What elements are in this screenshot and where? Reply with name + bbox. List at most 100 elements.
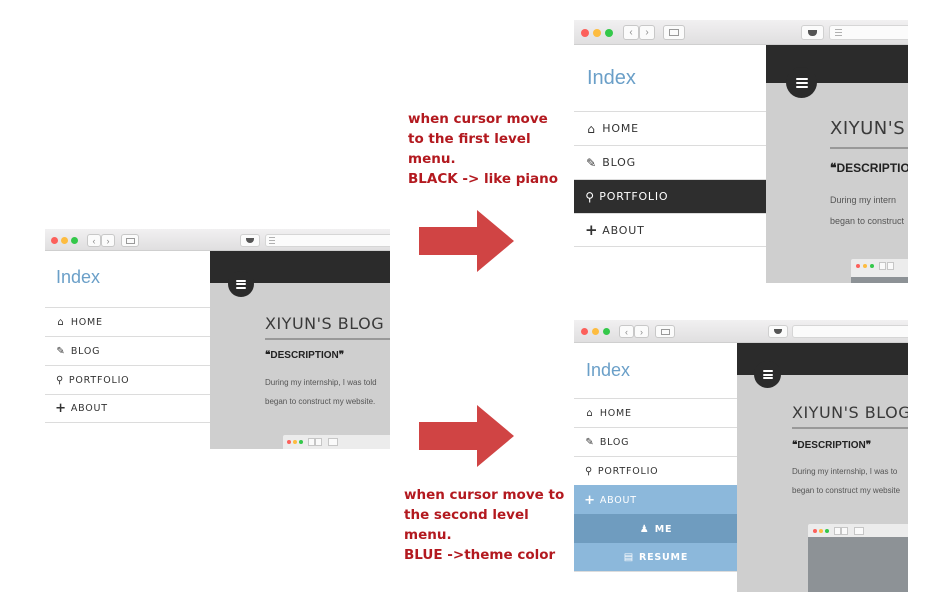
pocket-button[interactable] (768, 325, 788, 338)
menu-item-label: PORTFOLIO (599, 190, 669, 203)
pocket-button[interactable] (801, 25, 824, 40)
menu-item-label: ABOUT (599, 494, 637, 506)
hamburger-icon[interactable] (754, 361, 781, 388)
minimize-window-button[interactable] (593, 29, 601, 37)
preview-screenshot (807, 523, 908, 592)
submenu-item-label: ME (654, 523, 673, 535)
menu-item-portfolio[interactable]: ⚲ PORTFOLIO (574, 456, 737, 485)
menu-item-about[interactable]: + ABOUT (574, 213, 766, 247)
lightbulb-icon: ⚲ (584, 465, 594, 477)
home-icon: ⌂ (586, 407, 594, 419)
reader-icon (269, 237, 275, 246)
forward-button[interactable]: › (101, 234, 115, 247)
browser-toolbar: ‹ › (45, 229, 390, 251)
screenshot-second-level-hover: ‹ › Index ⌂ HOME ✎ BLOG ⚲ PORTFOLIO + AB… (574, 320, 908, 592)
sidebar-toggle-button[interactable] (121, 234, 139, 247)
quote-icon: ❞ (865, 440, 872, 451)
brand-title[interactable]: Index (56, 267, 100, 288)
screenshot-first-level-hover: ‹ › Index ⌂ HOME ✎ BLOG ⚲ PORTFOLIO + AB… (574, 20, 908, 283)
menu-item-label: BLOG (602, 156, 636, 169)
sidebar: Index ⌂ HOME ✎ BLOG ⚲ PORTFOLIO + ABOUT (45, 251, 210, 449)
sidebar-toggle-button[interactable] (655, 325, 675, 338)
menu-item-blog[interactable]: ✎ BLOG (574, 427, 737, 456)
pencil-icon: ✎ (56, 345, 66, 357)
pocket-button[interactable] (240, 234, 260, 247)
back-button[interactable]: ‹ (87, 234, 101, 247)
minimize-window-button[interactable] (592, 328, 599, 335)
paragraph-line: During my internship, I was to (792, 467, 898, 476)
close-window-button[interactable] (581, 29, 589, 37)
menu: ⌂ HOME ✎ BLOG ⚲ PORTFOLIO + ABOUT ♟ ME ▤ (574, 398, 737, 572)
paragraph-line: began to construct my website. (265, 397, 376, 406)
preview-screenshot (850, 258, 908, 283)
main-content: XIYUN'S ❝DESCRIPTIO During my intern beg… (766, 45, 908, 283)
address-bar[interactable] (265, 234, 390, 247)
maximize-window-button[interactable] (71, 237, 78, 244)
sidebar-toggle-button[interactable] (663, 25, 685, 40)
paragraph-line: began to construct (830, 216, 905, 226)
pencil-icon: ✎ (585, 436, 595, 448)
menu-item-portfolio[interactable]: ⚲ PORTFOLIO (574, 179, 766, 213)
back-button[interactable]: ‹ (619, 325, 634, 338)
menu-item-label: HOME (70, 316, 103, 328)
pencil-icon: ✎ (586, 155, 597, 170)
minimize-window-button[interactable] (61, 237, 68, 244)
close-window-button[interactable] (581, 328, 588, 335)
menu-item-home[interactable]: ⌂ HOME (574, 111, 766, 145)
lightbulb-icon: ⚲ (585, 189, 595, 204)
hamburger-icon[interactable] (786, 67, 817, 98)
back-button[interactable]: ‹ (623, 25, 639, 40)
browser-toolbar: ‹ › (574, 20, 908, 45)
lightbulb-icon: ⚲ (55, 374, 65, 386)
address-bar[interactable] (792, 325, 908, 338)
submenu-item-label: RESUME (639, 552, 689, 563)
menu-item-blog[interactable]: ✎ BLOG (574, 145, 766, 179)
menu-item-about[interactable]: + ABOUT (574, 485, 737, 514)
description-heading: ❝DESCRIPTIO (830, 161, 908, 175)
brand-title[interactable]: Index (587, 67, 636, 90)
maximize-window-button[interactable] (605, 29, 613, 37)
submenu-item-resume[interactable]: ▤ RESUME (574, 543, 737, 572)
preview-screenshot (282, 434, 390, 449)
menu-item-label: PORTFOLIO (68, 374, 130, 386)
blog-title: XIYUN'S BLOG (265, 314, 385, 333)
blog-title: XIYUN'S BLOG (792, 403, 908, 422)
title-divider (265, 338, 390, 340)
menu-item-about[interactable]: + ABOUT (45, 394, 210, 423)
file-icon: ▤ (623, 552, 635, 563)
menu-item-label: ABOUT (70, 403, 108, 414)
menu-item-label: HOME (599, 407, 632, 419)
forward-button[interactable]: › (639, 25, 655, 40)
quote-icon: ❞ (338, 350, 345, 361)
preview-image (808, 537, 908, 592)
menu-item-label: BLOG (70, 345, 101, 357)
main-content: XIYUN'S BLOG ❝DESCRIPTION❞ During my int… (210, 251, 390, 449)
plus-icon: + (55, 401, 67, 416)
menu-item-blog[interactable]: ✎ BLOG (45, 336, 210, 365)
menu-item-home[interactable]: ⌂ HOME (574, 398, 737, 427)
description-heading: ❝DESCRIPTION❞ (792, 440, 872, 451)
home-icon: ⌂ (57, 316, 65, 328)
browser-toolbar: ‹ › (574, 320, 908, 343)
menu-item-home[interactable]: ⌂ HOME (45, 307, 210, 336)
menu: ⌂ HOME ✎ BLOG ⚲ PORTFOLIO + ABOUT (45, 307, 210, 423)
hamburger-icon[interactable] (228, 271, 254, 297)
paragraph-line: During my internship, I was told (265, 378, 377, 387)
menu-item-portfolio[interactable]: ⚲ PORTFOLIO (45, 365, 210, 394)
menu-item-label: PORTFOLIO (597, 465, 659, 477)
sidebar: Index ⌂ HOME ✎ BLOG ⚲ PORTFOLIO + ABOUT (574, 45, 766, 283)
plus-icon: + (585, 221, 599, 239)
submenu-item-me[interactable]: ♟ ME (574, 514, 737, 543)
maximize-window-button[interactable] (603, 328, 610, 335)
plus-icon: + (584, 492, 596, 508)
screenshot-default: ‹ › Index ⌂ HOME ✎ BLOG ⚲ PORTFOLIO + AB… (45, 229, 390, 449)
menu-item-label: BLOG (599, 436, 630, 448)
arrow-right-top (419, 210, 514, 272)
forward-button[interactable]: › (634, 325, 649, 338)
description-heading: ❝DESCRIPTION❞ (265, 350, 345, 361)
brand-title[interactable]: Index (586, 360, 630, 381)
menu: ⌂ HOME ✎ BLOG ⚲ PORTFOLIO + ABOUT (574, 111, 766, 247)
title-divider (830, 147, 908, 149)
close-window-button[interactable] (51, 237, 58, 244)
menu-item-label: HOME (602, 122, 639, 135)
